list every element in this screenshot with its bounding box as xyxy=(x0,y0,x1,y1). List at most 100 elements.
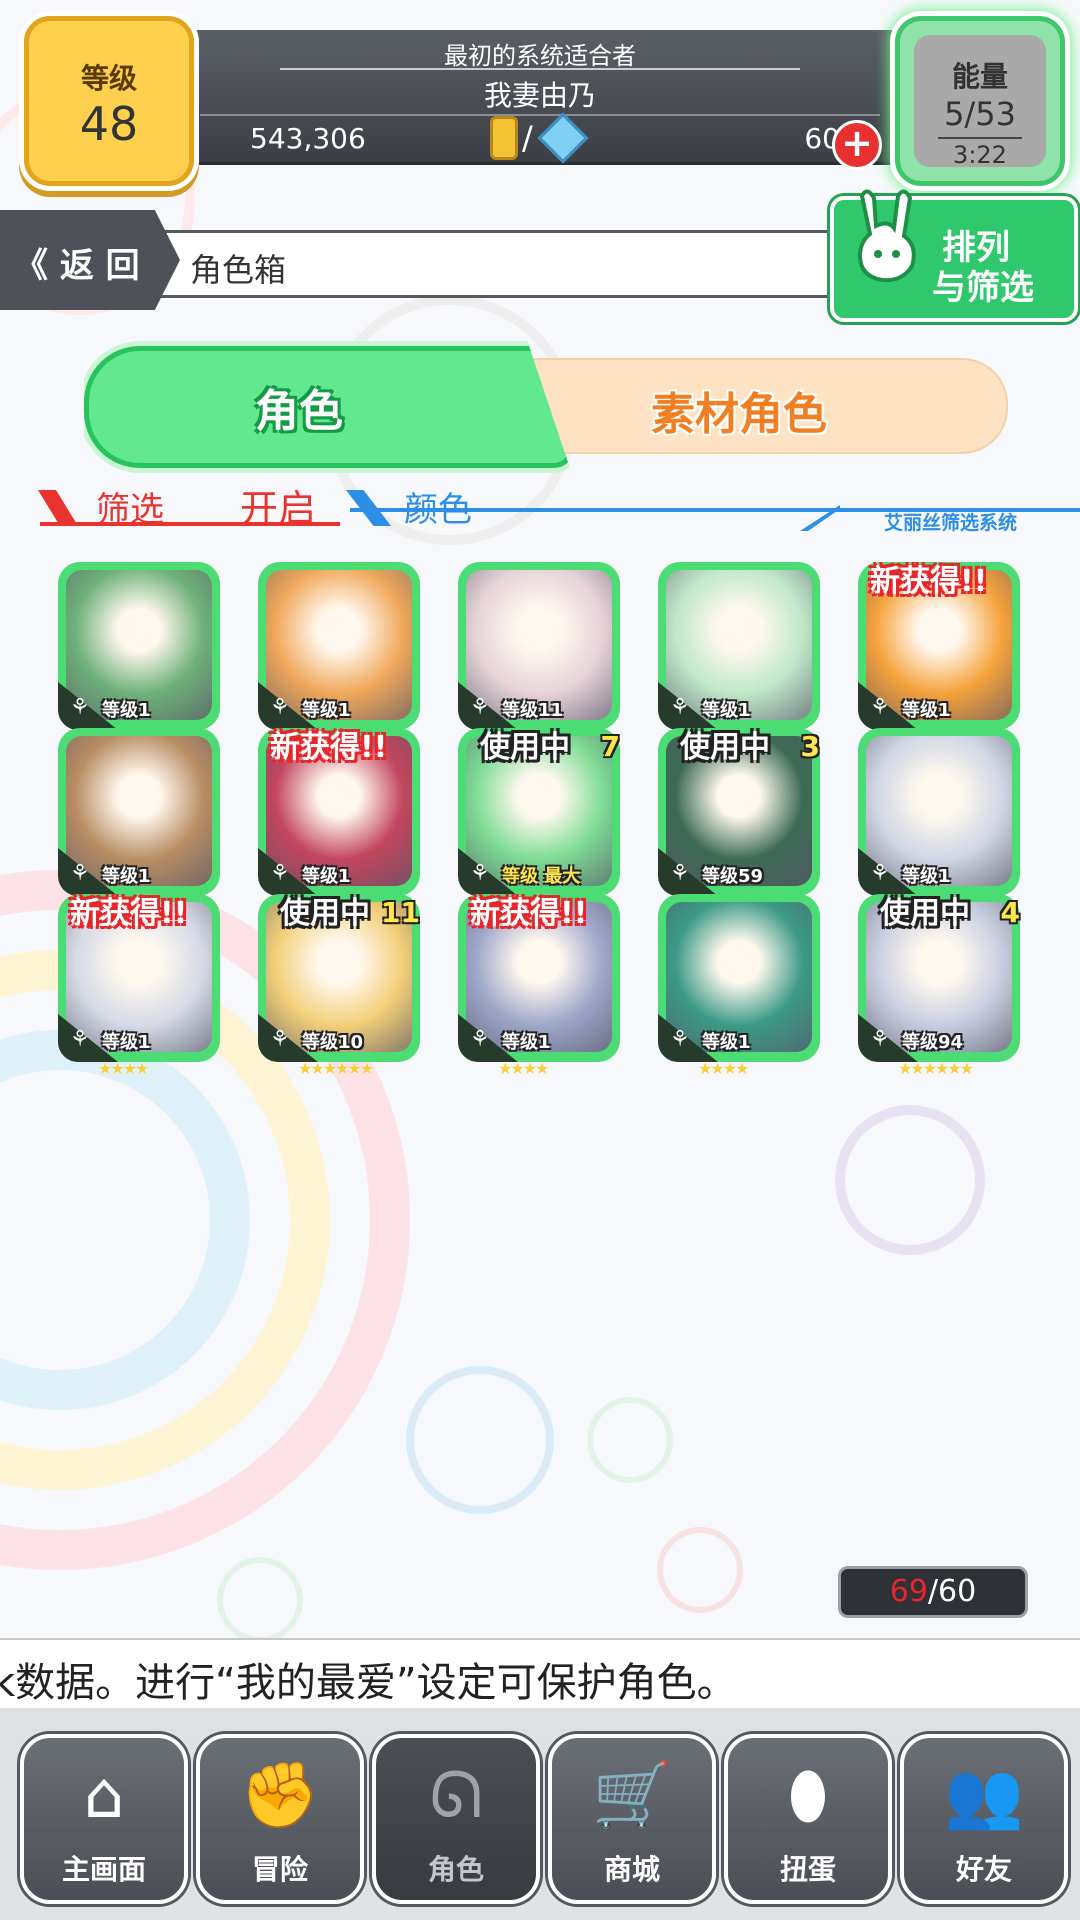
character-level: 等级 最大 xyxy=(502,866,581,887)
nav-button-friends[interactable]: 👥 好友 xyxy=(900,1734,1068,1904)
handshake-icon: ✊ xyxy=(240,1759,320,1833)
color-filter-button[interactable]: 颜色 xyxy=(404,482,472,531)
sort-filter-button[interactable]: 排列 与筛选 xyxy=(830,189,1078,322)
inventory-current: 69 xyxy=(889,1574,928,1609)
page-title: 角色箱 xyxy=(190,251,287,289)
divider xyxy=(938,137,1022,139)
energy-panel-inner: 能量 5/53 3:22 xyxy=(914,35,1046,169)
element-icon: ⚘ xyxy=(270,1027,290,1052)
bottom-navigation: ⌂ 主画面 ✊ 冒险 ᘏ 角色 🛒 商城 ⬮ 扭蛋 👥 好友 xyxy=(0,1708,1080,1920)
nav-button-egg[interactable]: ⬮ 扭蛋 xyxy=(724,1734,892,1904)
back-button[interactable]: 《 返 回 xyxy=(0,210,180,310)
character-card[interactable]: ⚘ 等级1 ★★★★ xyxy=(658,894,820,1078)
star-rating: ★★★★★★ xyxy=(898,1059,974,1078)
element-icon: ⚘ xyxy=(870,1027,890,1052)
nav-label: 冒险 xyxy=(251,1853,308,1886)
currency-icons: / xyxy=(490,112,589,164)
level-value: 48 xyxy=(79,97,139,151)
energy-value: 5/53 xyxy=(944,95,1016,133)
nav-button-handshake[interactable]: ✊ 冒险 xyxy=(196,1734,364,1904)
in-use-count: 7 xyxy=(600,730,620,763)
character-card[interactable]: ⚘ 等级10 ★★★★★★ 使用中 11 xyxy=(258,894,420,1078)
character-level: 等级59 xyxy=(702,866,764,887)
nav-button-rabbit[interactable]: ᘏ 角色 xyxy=(372,1734,540,1904)
character-level: 等级1 xyxy=(102,866,151,887)
in-use-badge: 使用中 xyxy=(880,896,970,931)
element-icon: ⚘ xyxy=(70,1027,90,1052)
nav-label: 扭蛋 xyxy=(779,1853,836,1886)
character-level: 等级1 xyxy=(702,1032,751,1053)
in-use-count: 3 xyxy=(800,730,820,763)
element-icon: ⚘ xyxy=(870,861,890,886)
new-badge: 新获得!! xyxy=(270,730,388,765)
character-level: 等级94 xyxy=(902,1032,964,1053)
player-name: 我妻由乃 xyxy=(483,79,596,112)
rabbit-icon: ᘏ xyxy=(429,1759,483,1833)
nav-button-home[interactable]: ⌂ 主画面 xyxy=(20,1734,188,1904)
level-label: 等级 xyxy=(80,62,137,95)
character-level: 等级11 xyxy=(502,700,564,721)
new-badge: 新获得!! xyxy=(70,896,188,931)
new-badge: 新获得!! xyxy=(470,896,588,931)
filter-label: 与筛选 xyxy=(932,268,1034,308)
tab-characters[interactable]: 角色 xyxy=(84,346,574,468)
character-card[interactable]: ⚘等级1★★★★新获得!! xyxy=(458,894,620,1078)
element-icon: ⚘ xyxy=(70,861,90,886)
character-level: 等级1 xyxy=(902,700,951,721)
add-gems-button[interactable]: + xyxy=(832,120,882,170)
character-card[interactable]: ⚘等级1★ xyxy=(58,562,220,746)
nav-button-cart[interactable]: 🛒 商城 xyxy=(548,1734,716,1904)
tip-text: k数据。进行“我的最爱”设定可保护角色。 xyxy=(0,1660,737,1706)
character-card[interactable]: ⚘等级1★★★★ xyxy=(258,562,420,746)
inventory-counter: 69/60 xyxy=(838,1566,1028,1618)
tab-label: 角色 xyxy=(255,386,343,437)
character-card[interactable]: ⚘等级1★★★★ xyxy=(858,728,1020,912)
character-card[interactable]: ⚘等级1★★★★ xyxy=(58,728,220,912)
element-icon: ⚘ xyxy=(270,695,290,720)
in-use-count: 4 xyxy=(1000,896,1020,929)
character-level: 等级1 xyxy=(302,866,351,887)
element-icon: ⚘ xyxy=(470,695,490,720)
element-icon: ⚘ xyxy=(70,695,90,720)
player-level-badge: 等级 48 xyxy=(24,16,194,186)
character-card[interactable]: ⚘等级1★★★★ xyxy=(658,562,820,746)
star-rating: ★★★★ xyxy=(98,1059,149,1078)
in-use-badge: 使用中 xyxy=(680,730,770,765)
character-level: 等级1 xyxy=(302,700,351,721)
character-card[interactable]: ⚘等级11★★★★★ xyxy=(458,562,620,746)
gold-amount: 543,306 xyxy=(250,122,366,155)
divider xyxy=(280,68,800,70)
character-card[interactable]: ⚘等级59★★★★使用中3 xyxy=(658,728,820,912)
player-info-bar: 最初的系统适合者 我妻由乃 543,306 / 60 xyxy=(160,30,920,164)
currency-separator: / xyxy=(522,119,533,157)
tip-bar: k数据。进行“我的最爱”设定可保护角色。 xyxy=(0,1638,1080,1710)
character-card[interactable]: ⚘ 等级94 ★★★★★★ 使用中 4 xyxy=(858,894,1020,1078)
nav-label: 商城 xyxy=(603,1853,660,1886)
nav-label: 主画面 xyxy=(61,1853,146,1886)
filter-flag-decoration xyxy=(38,490,78,526)
filter-status[interactable]: 开启 xyxy=(240,478,316,533)
nav-label: 角色 xyxy=(427,1853,484,1886)
character-card[interactable]: ⚘等级1★★★★新获得!! xyxy=(58,894,220,1078)
cart-icon: 🛒 xyxy=(592,1759,672,1833)
star-rating: ★★★★ xyxy=(698,1059,749,1078)
inventory-separator: / xyxy=(927,1574,939,1609)
element-icon: ⚘ xyxy=(670,1027,690,1052)
player-subtitle: 最初的系统适合者 xyxy=(444,42,636,70)
in-use-badge: 使用中 xyxy=(280,896,370,931)
character-level: 等级1 xyxy=(102,700,151,721)
element-icon: ⚘ xyxy=(270,861,290,886)
character-card[interactable]: ⚘等级1★★★★★新获得!! xyxy=(258,728,420,912)
element-icon: ⚘ xyxy=(870,695,890,720)
new-badge: 新获得!! xyxy=(870,564,988,599)
coin-icon xyxy=(490,116,518,160)
character-level: 等级10 xyxy=(302,1032,364,1053)
character-card[interactable]: ⚘等级1★★★★新获得!! xyxy=(858,562,1020,746)
element-icon: ⚘ xyxy=(470,861,490,886)
character-card[interactable]: ⚘等级 最大★★★★★使用中7 xyxy=(458,728,620,912)
energy-panel[interactable]: 能量 5/53 3:22 xyxy=(895,16,1065,186)
star-rating: ★★★★ xyxy=(498,1059,549,1078)
element-icon: ⚘ xyxy=(470,1027,490,1052)
egg-icon: ⬮ xyxy=(787,1759,829,1833)
filter-toggle[interactable]: 筛选 xyxy=(96,482,164,531)
